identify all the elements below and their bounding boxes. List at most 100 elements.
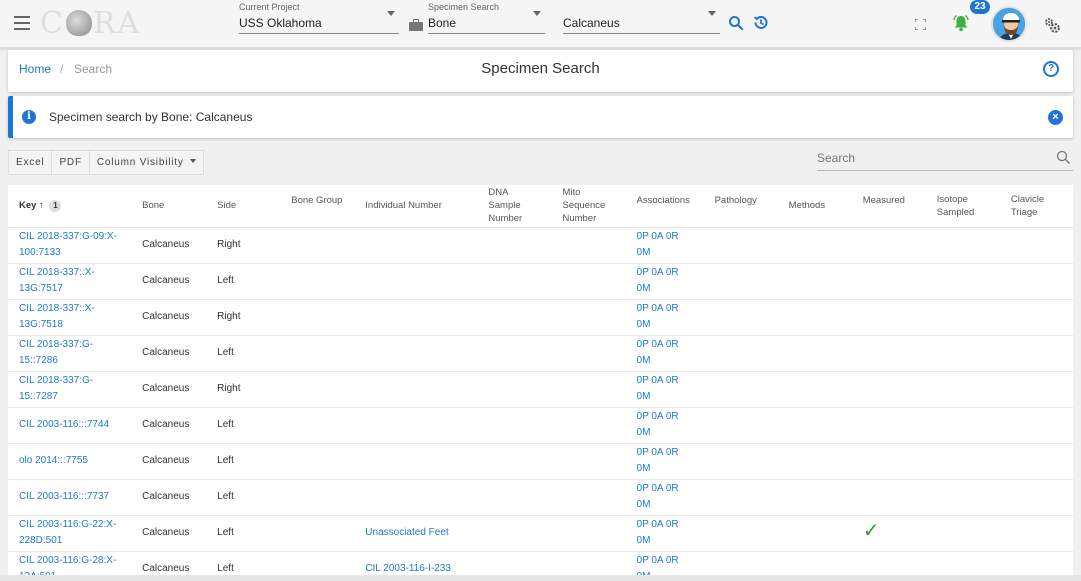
isotope-cell xyxy=(925,335,1000,372)
bone-group-cell xyxy=(280,479,355,516)
banner-text: Specimen search by Bone: Calcaneus xyxy=(49,110,253,124)
column-header-isotope-sampled[interactable]: Isotope Sampled xyxy=(925,185,1000,228)
table-row[interactable]: CIL 2003-116:G-22:X-228D:501 Calcaneus Lef… xyxy=(8,515,1073,552)
individual-number-cell xyxy=(354,371,478,408)
methods-cell xyxy=(777,443,852,480)
column-header-associations[interactable]: Associations xyxy=(625,185,704,228)
table-header-row: Key ↑ 1 Bone Side Bone Group Individual … xyxy=(8,185,1073,228)
bell-icon[interactable] xyxy=(952,14,970,32)
key-link[interactable]: olo 2014:::7755 xyxy=(19,455,88,466)
column-header-key[interactable]: Key ↑ 1 xyxy=(8,185,132,228)
column-header-methods[interactable]: Methods xyxy=(777,185,852,228)
individual-number-cell xyxy=(354,335,478,372)
key-link[interactable]: CIL 2018-337:G-15::7287 xyxy=(19,375,93,402)
close-icon[interactable]: × xyxy=(1048,110,1063,125)
settings-icon[interactable] xyxy=(1043,16,1061,34)
pathology-cell xyxy=(703,371,778,408)
pathology-cell xyxy=(703,479,778,516)
pathology-cell xyxy=(703,263,778,300)
bone-cell: Calcaneus xyxy=(131,263,207,300)
key-link[interactable]: CIL 2003-116:::7737 xyxy=(19,491,109,502)
associations-link[interactable]: 0P 0A 0R 0M xyxy=(637,519,679,546)
column-header-measured[interactable]: Measured xyxy=(851,185,926,228)
mito-sequence-cell xyxy=(551,371,626,408)
associations-link[interactable]: 0P 0A 0R 0M xyxy=(637,375,679,402)
bone-cell: Calcaneus xyxy=(131,443,207,480)
bone-group-cell xyxy=(280,407,355,444)
project-label: Current Project xyxy=(239,2,300,12)
associations-link[interactable]: 0P 0A 0R 0M xyxy=(637,339,679,366)
column-header-bone[interactable]: Bone xyxy=(131,185,207,228)
associations-link[interactable]: 0P 0A 0R 0M xyxy=(637,267,679,294)
individual-number-link[interactable]: Unassociated Feet xyxy=(365,527,448,538)
dna-sample-cell xyxy=(477,263,552,300)
key-link[interactable]: CIL 2018-337:G-15::7286 xyxy=(19,339,93,366)
bone-select[interactable]: Calcaneus xyxy=(563,2,720,34)
side-cell: Left xyxy=(206,515,281,552)
key-link[interactable]: CIL 2018-337::X-13G:7517 xyxy=(19,267,95,294)
associations-link[interactable]: 0P 0A 0R 0M xyxy=(637,303,679,330)
help-icon[interactable]: ? xyxy=(1043,61,1059,77)
table-row[interactable]: CIL 2018-337::X-13G:7517 Calcaneus Left 0P … xyxy=(8,263,1073,300)
horizontal-scrollbar[interactable] xyxy=(0,575,1081,581)
associations-link[interactable]: 0P 0A 0R 0M xyxy=(637,411,679,438)
associations-link[interactable]: 0P 0A 0R 0M xyxy=(637,447,679,474)
project-select[interactable]: Current Project USS Oklahoma xyxy=(239,2,399,34)
measured-cell xyxy=(851,263,926,300)
column-header-individual-number[interactable]: Individual Number xyxy=(354,185,478,228)
breadcrumb: Home / Search Specimen Search ? xyxy=(8,50,1073,92)
associations-link[interactable]: 0P 0A 0R 0M xyxy=(637,483,679,510)
chevron-down-icon xyxy=(708,11,716,16)
side-cell: Left xyxy=(206,407,281,444)
column-header-dna-sample-number[interactable]: DNA Sample Number xyxy=(477,185,552,228)
excel-button[interactable]: Excel xyxy=(9,151,53,174)
key-link[interactable]: CIL 2003-116:::7744 xyxy=(19,419,109,430)
menu-icon[interactable] xyxy=(14,16,30,30)
table-row[interactable]: CIL 2003-116:::7744 Calcaneus Left 0P 0A 0R… xyxy=(8,407,1073,444)
individual-number-link[interactable]: CIL 2003-116-I-233 xyxy=(365,563,451,574)
table-row[interactable]: olo 2014:::7755 Calcaneus Left 0P 0A 0R 0M xyxy=(8,443,1073,480)
key-link[interactable]: CIL 2003-116:G-22:X-228D:501 xyxy=(19,519,116,546)
mito-sequence-cell xyxy=(551,227,626,264)
search-input[interactable] xyxy=(817,148,1037,168)
clavicle-triage-cell xyxy=(999,263,1073,300)
search-type-select[interactable]: Specimen Search Bone xyxy=(428,2,545,34)
table-row[interactable]: CIL 2018-337:G-15::7287 Calcaneus Right 0P … xyxy=(8,371,1073,408)
methods-cell xyxy=(777,263,852,300)
key-cell: CIL 2003-116:G-22:X-228D:501 xyxy=(8,515,132,552)
search-icon[interactable] xyxy=(1056,150,1071,165)
column-header-side[interactable]: Side xyxy=(206,185,281,228)
key-link[interactable]: CIL 2018-337::X-13G:7518 xyxy=(19,303,95,330)
pdf-button[interactable]: PDF xyxy=(52,151,90,174)
pathology-cell xyxy=(703,227,778,264)
top-toolbar: C RA Current Project USS Oklahoma Specime… xyxy=(0,0,1081,48)
measured-cell xyxy=(851,443,926,480)
search-icon[interactable] xyxy=(728,15,744,31)
associations-cell: 0P 0A 0R 0M xyxy=(625,335,704,372)
history-icon[interactable] xyxy=(752,14,769,31)
individual-number-cell: Unassociated Feet xyxy=(354,515,478,552)
logo-text-start: C xyxy=(40,6,65,41)
associations-cell: 0P 0A 0R 0M xyxy=(625,443,704,480)
column-header-pathology[interactable]: Pathology xyxy=(703,185,778,228)
key-cell: CIL 2018-337::X-13G:7518 xyxy=(8,299,132,336)
clavicle-triage-cell xyxy=(999,443,1073,480)
table-row[interactable]: CIL 2018-337:G-15::7286 Calcaneus Left 0P 0… xyxy=(8,335,1073,372)
column-header-clavicle-triage[interactable]: Clavicle Triage xyxy=(999,185,1073,228)
clavicle-triage-cell xyxy=(999,299,1073,336)
table-row[interactable]: CIL 2018-337:G-09:X-100:7133 Calcaneus Rig… xyxy=(8,227,1073,264)
key-cell: CIL 2018-337:G-15::7287 xyxy=(8,371,132,408)
fullscreen-icon[interactable] xyxy=(915,19,926,30)
app-logo[interactable]: C RA xyxy=(40,6,141,41)
search-type-label: Specimen Search xyxy=(428,2,500,12)
avatar[interactable] xyxy=(991,6,1027,42)
column-visibility-button[interactable]: Column Visibility xyxy=(90,151,203,174)
bone-cell: Calcaneus xyxy=(131,299,207,336)
individual-number-cell xyxy=(354,263,478,300)
key-link[interactable]: CIL 2018-337:G-09:X-100:7133 xyxy=(19,231,117,258)
column-header-mito-sequence-number[interactable]: Mito Sequence Number xyxy=(551,185,626,228)
column-header-bone-group[interactable]: Bone Group xyxy=(280,185,355,228)
table-row[interactable]: CIL 2003-116:::7737 Calcaneus Left 0P 0A 0R… xyxy=(8,479,1073,516)
associations-link[interactable]: 0P 0A 0R 0M xyxy=(637,231,679,258)
table-row[interactable]: CIL 2018-337::X-13G:7518 Calcaneus Right 0P… xyxy=(8,299,1073,336)
